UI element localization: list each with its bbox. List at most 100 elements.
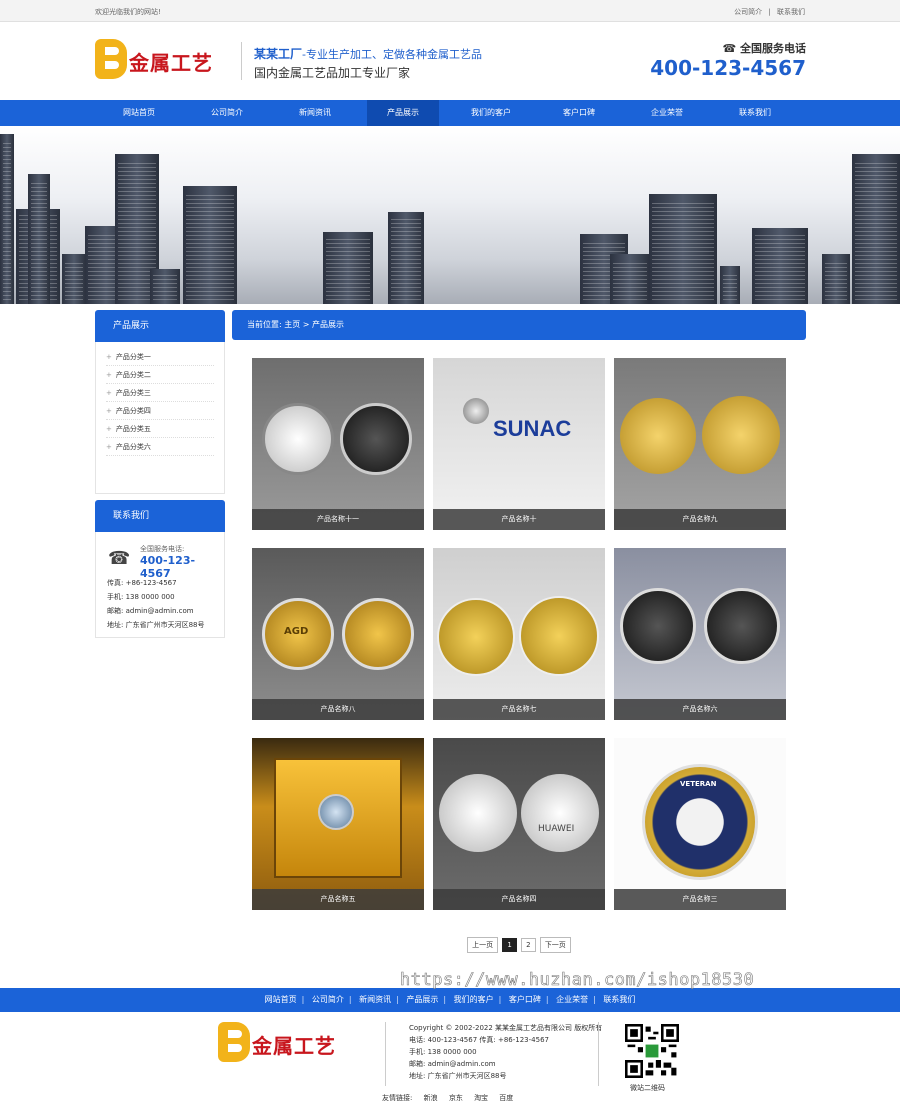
product-card[interactable]: 产品名称十一 xyxy=(252,358,424,530)
friend-links-label: 友情链接: xyxy=(382,1094,413,1102)
phone-icon: ☎ xyxy=(722,42,737,55)
coin-image xyxy=(620,398,696,474)
logo-text: 金属工艺 xyxy=(129,51,213,75)
welcome-text: 欢迎光临我们的网站! xyxy=(95,8,161,16)
contact-address: 地址: 广东省广州市天河区88号 xyxy=(107,621,205,629)
coin-image xyxy=(521,774,599,852)
product-card[interactable]: 产品名称五 xyxy=(252,738,424,910)
category-item[interactable]: + 产品分类五 xyxy=(106,420,214,438)
footer-divider xyxy=(598,1022,599,1086)
category-item[interactable]: + 产品分类二 xyxy=(106,366,214,384)
product-card[interactable]: SUNAC 产品名称十 xyxy=(433,358,605,530)
contact-email: 邮箱: admin@admin.com xyxy=(107,607,194,615)
top-link-about[interactable]: 公司简介 xyxy=(734,8,762,16)
product-card[interactable]: 产品名称九 xyxy=(614,358,786,530)
footer-nav-honors[interactable]: 企业荣誉 xyxy=(556,995,588,1004)
coin-image xyxy=(704,588,780,664)
footer: 金属工艺 Copyright © 2002-2022 某某金属工艺品有限公司 版… xyxy=(0,1012,900,1102)
footer-nav-about[interactable]: 公司简介 xyxy=(312,995,344,1004)
prev-page-button[interactable]: 上一页 xyxy=(467,937,499,953)
footer-email: 邮箱: admin@admin.com xyxy=(409,1060,496,1068)
contact-fax: 传真: +86-123-4567 xyxy=(107,579,177,587)
footer-nav-products[interactable]: 产品展示 xyxy=(406,995,438,1004)
coin-image xyxy=(437,598,515,676)
product-name: 产品名称四 xyxy=(433,889,605,910)
product-card[interactable]: AGD 产品名称八 xyxy=(252,548,424,720)
coin-image xyxy=(702,396,780,474)
product-name: 产品名称九 xyxy=(614,509,786,530)
bullet-icon: + xyxy=(106,443,112,451)
page-button-2[interactable]: 2 xyxy=(521,938,536,952)
product-card[interactable]: 产品名称六 xyxy=(614,548,786,720)
category-item[interactable]: + 产品分类六 xyxy=(106,438,214,456)
footer-info: Copyright © 2002-2022 某某金属工艺品有限公司 版权所有 电… xyxy=(409,1022,602,1082)
main-content: 当前位置: 主页 > 产品展示 产品名称十一 SUNAC 产品名称十 产品名称九… xyxy=(232,310,806,953)
footer-address: 地址: 广东省广州市天河区88号 xyxy=(409,1072,507,1080)
footer-nav-contact[interactable]: 联系我们 xyxy=(603,995,635,1004)
nav-item-home[interactable]: 网站首页 xyxy=(103,100,175,126)
nav-item-products[interactable]: 产品展示 xyxy=(367,100,439,126)
nav-item-about[interactable]: 公司简介 xyxy=(191,100,263,126)
footer-mobile: 手机: 138 0000 000 xyxy=(409,1048,477,1056)
coin-image xyxy=(439,774,517,852)
footer-logo: 金属工艺 xyxy=(218,1022,358,1066)
watermark-text: https://www.huzhan.com/ishop18530 xyxy=(400,970,755,991)
coin-image xyxy=(340,403,412,475)
friend-link[interactable]: 淘宝 xyxy=(474,1094,488,1102)
nav-item-news[interactable]: 新闻资讯 xyxy=(279,100,351,126)
category-item[interactable]: + 产品分类一 xyxy=(106,348,214,366)
slogan-main: 某某工厂-专业生产加工、定做各种金属工艺品 xyxy=(254,45,482,62)
contact-tel: 400-123-4567 xyxy=(140,554,196,580)
bullet-icon: + xyxy=(106,389,112,397)
slogan-brand: 某某工厂 xyxy=(254,47,303,61)
nav-item-clients[interactable]: 我们的客户 xyxy=(455,100,527,126)
footer-nav: 网站首页 | 公司简介 | 新闻资讯 | 产品展示 | 我们的客户 | 客户口碑 | 企业荣… xyxy=(0,988,900,1012)
telephone-icon: ☎ xyxy=(108,548,131,569)
product-name: 产品名称六 xyxy=(614,699,786,720)
sidebar: 产品展示 + 产品分类一 + 产品分类二 + 产品分类三 + 产品分类四 + 产品分类五 … xyxy=(95,310,225,638)
page-button-1[interactable]: 1 xyxy=(502,938,517,952)
bullet-icon: + xyxy=(106,425,112,433)
contact-label: 全国服务电话: xyxy=(140,545,185,553)
hotline-label: ☎ 全国服务电话 xyxy=(722,42,806,55)
product-name: 产品名称八 xyxy=(252,699,424,720)
breadcrumb: 当前位置: 主页 > 产品展示 xyxy=(232,310,806,340)
friend-link[interactable]: 京东 xyxy=(449,1094,463,1102)
site-logo[interactable]: 金属工艺 xyxy=(95,39,225,83)
nav-item-honors[interactable]: 企业荣誉 xyxy=(631,100,703,126)
coin-text: AGD xyxy=(284,626,309,637)
contact-mobile: 手机: 138 0000 000 xyxy=(107,593,175,601)
hotline-number: 400-123-4567 xyxy=(650,56,806,80)
city-skyline-banner xyxy=(0,126,900,304)
sidebar-products-title: 产品展示 xyxy=(95,310,225,342)
logo-mark-icon xyxy=(95,39,127,79)
product-name: 产品名称三 xyxy=(614,889,786,910)
product-card[interactable]: HUAWEI 产品名称四 xyxy=(433,738,605,910)
top-link-separator: | xyxy=(768,8,771,16)
friend-link[interactable]: 百度 xyxy=(499,1094,513,1102)
product-card[interactable]: VETERAN 产品名称三 xyxy=(614,738,786,910)
category-list: + 产品分类一 + 产品分类二 + 产品分类三 + 产品分类四 + 产品分类五 + 产品分类… xyxy=(95,342,225,494)
footer-nav-reviews[interactable]: 客户口碑 xyxy=(509,995,541,1004)
nav-item-reviews[interactable]: 客户口碑 xyxy=(543,100,615,126)
top-link-contact[interactable]: 联系我们 xyxy=(777,8,805,16)
category-item[interactable]: + 产品分类三 xyxy=(106,384,214,402)
coin-image xyxy=(318,794,354,830)
footer-logo-text: 金属工艺 xyxy=(252,1034,336,1058)
footer-nav-home[interactable]: 网站首页 xyxy=(265,995,297,1004)
coin-image xyxy=(262,403,334,475)
product-name: 产品名称五 xyxy=(252,889,424,910)
footer-nav-clients[interactable]: 我们的客户 xyxy=(454,995,494,1004)
coin-image xyxy=(519,596,599,676)
footer-nav-news[interactable]: 新闻资讯 xyxy=(359,995,391,1004)
top-links: 公司简介 | 联系我们 xyxy=(730,7,805,17)
category-item[interactable]: + 产品分类四 xyxy=(106,402,214,420)
product-card[interactable]: 产品名称七 xyxy=(433,548,605,720)
nav-item-contact[interactable]: 联系我们 xyxy=(719,100,791,126)
friend-links: 友情链接: 新浪 京东 淘宝 百度 xyxy=(382,1093,522,1102)
bullet-icon: + xyxy=(106,353,112,361)
friend-link[interactable]: 新浪 xyxy=(424,1094,438,1102)
footer-phone-fax: 电话: 400-123-4567 传真: +86-123-4567 xyxy=(409,1036,549,1044)
footer-divider xyxy=(385,1022,386,1086)
next-page-button[interactable]: 下一页 xyxy=(539,937,571,953)
